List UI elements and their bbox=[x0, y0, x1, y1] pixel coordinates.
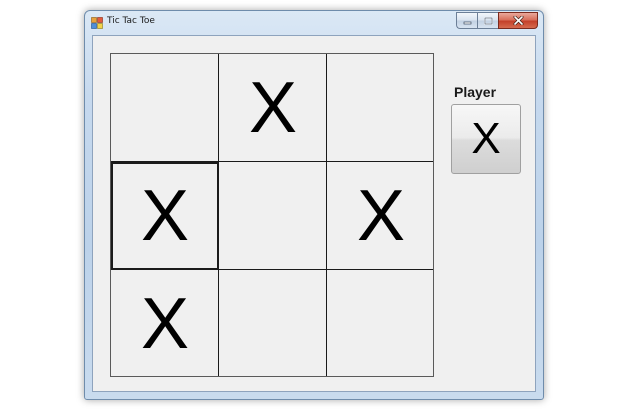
app-window-icon[interactable] bbox=[91, 16, 103, 29]
cell-r2-c2[interactable] bbox=[219, 162, 327, 270]
cell-r1-c1[interactable] bbox=[111, 54, 219, 162]
app-window: Tic Tac Toe X X X X Player X bbox=[84, 10, 544, 400]
close-icon bbox=[513, 16, 523, 25]
cell-r2-c1[interactable]: X bbox=[111, 162, 219, 270]
client-area: X X X X Player X bbox=[92, 35, 536, 392]
cell-r3-c3[interactable] bbox=[327, 270, 435, 378]
title-bar[interactable]: Tic Tac Toe bbox=[85, 11, 543, 33]
cell-r2-c3[interactable]: X bbox=[327, 162, 435, 270]
cell-r1-c3[interactable] bbox=[327, 54, 435, 162]
cell-r3-c2[interactable] bbox=[219, 270, 327, 378]
desktop: Tic Tac Toe X X X X Player X bbox=[0, 0, 640, 410]
maximize-icon bbox=[483, 16, 493, 25]
minimize-icon bbox=[463, 21, 471, 24]
game-board: X X X X bbox=[110, 53, 434, 377]
maximize-button[interactable] bbox=[477, 12, 498, 29]
minimize-button[interactable] bbox=[456, 12, 477, 29]
close-button[interactable] bbox=[498, 12, 538, 29]
cell-r1-c2[interactable]: X bbox=[219, 54, 327, 162]
window-title: Tic Tac Toe bbox=[107, 16, 155, 26]
cell-r3-c1[interactable]: X bbox=[111, 270, 219, 378]
player-label: Player bbox=[454, 84, 497, 100]
current-player-button[interactable]: X bbox=[451, 104, 521, 174]
caption-buttons bbox=[456, 12, 538, 29]
